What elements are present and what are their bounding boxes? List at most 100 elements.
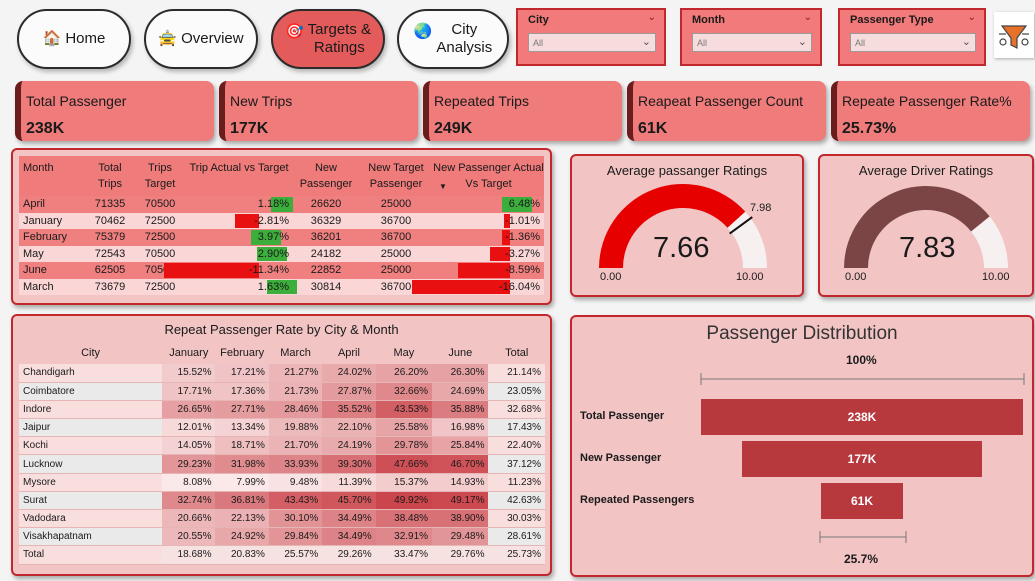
trips-target-table-panel: Month Total Trips Trips Target Trip Actu… [11,148,552,305]
table-cell: 9.48% [268,473,323,492]
nav-targets-line2: Ratings [313,39,365,56]
table-cell: 24.92% [215,527,269,547]
dropdown-arrow-icon[interactable]: ⌄ [962,35,971,48]
nav-overview-button[interactable]: 🚖 Overview [144,9,258,69]
table-cell: 12.01% [162,418,216,438]
table-cell: 72500 [135,229,185,246]
table-row[interactable]: Mysore 8.08% 7.99% 9.48% 11.39% 15.37% 14.93% 1… [19,473,545,492]
table-cell: 32.68% [488,400,545,420]
city-cell: Lucknow [19,454,163,474]
table-row[interactable]: March 73679 72500 1.63% 30814 36700 -16.04% [19,278,544,295]
data-bar-label: -16.04% [499,280,540,293]
table-cell: 34.49% [322,527,376,547]
table-cell: 25.73% [488,545,545,565]
table-cell: 23.05% [488,382,545,401]
column-header[interactable]: April [322,342,375,364]
column-header[interactable]: March [269,342,322,364]
kpi-label: Repeated Trips [434,93,529,109]
table-cell: 62505 [85,262,135,279]
table-cell: 37.12% [488,454,545,474]
month-filter[interactable]: Month ⌄ All ⌄ [680,8,822,66]
table-cell: 29.78% [375,436,433,456]
table-cell: 25000 [359,245,433,262]
table-cell: March [19,278,85,295]
column-header[interactable]: Trips Target [135,156,185,196]
funnel-bottom-bracket [819,531,907,543]
repeat-rate-matrix-panel: Repeat Passenger Rate by City & Month Ci… [11,314,552,576]
chevron-down-icon[interactable]: ⌄ [804,12,812,23]
dropdown-arrow-icon[interactable]: ⌄ [798,35,807,48]
column-header[interactable]: June [432,342,488,364]
column-header[interactable]: Trip Actual vs Target [185,156,293,196]
table-row[interactable]: Coimbatore 17.71% 17.36% 21.73% 27.87% 32.66%… [19,382,545,401]
column-header[interactable]: May [376,342,432,364]
column-header[interactable]: City [19,342,162,364]
table-cell: 73679 [85,278,135,295]
table-row[interactable]: Surat 32.74% 36.81% 43.43% 45.70% 49.92% 49.17… [19,491,545,511]
sort-descending-icon: ▼ [439,182,447,191]
table-row[interactable]: January 70462 72500 -2.81% 36329 36700 -1.01% [19,212,544,229]
table-cell: 49.17% [432,491,489,511]
table-row[interactable]: May 72543 70500 2.90% 24182 25000 -3.27% [19,245,544,262]
passenger-type-filter-select[interactable]: All ⌄ [850,33,976,52]
table-row[interactable]: Vadodara 20.66% 22.13% 30.10% 34.49% 38.48% 38… [19,509,545,529]
table-cell: 29.48% [432,527,489,547]
table-row[interactable]: Lucknow 29.23% 31.98% 33.93% 39.30% 47.66% 46.… [19,454,545,474]
table-row[interactable]: Indore 26.65% 27.71% 28.46% 35.52% 43.53% 35.8… [19,400,545,420]
nav-targets-button[interactable]: 🎯 Targets & Ratings [271,9,385,69]
chevron-down-icon[interactable]: ⌄ [968,12,976,23]
chevron-down-icon[interactable]: ⌄ [648,12,656,23]
data-bar-cell: -16.04% [412,278,544,295]
nav-home-button[interactable]: 🏠 Home [17,9,131,69]
table-cell: May [19,245,85,262]
table-row[interactable]: February 75379 72500 3.97% 36201 36700 -1.36% [19,229,544,246]
table-total-row[interactable]: Total 18.68% 20.83% 25.57% 29.26% 33.47% 29.76… [19,545,545,565]
table-cell: 36.81% [215,491,269,511]
table-row[interactable]: Chandigarh 15.52% 17.21% 21.27% 24.02% 26.20%… [19,364,545,383]
column-header[interactable]: New Passenger [293,156,359,196]
table-row[interactable]: April 71335 70500 1.18% 26620 25000 6.48% [19,196,544,213]
column-header[interactable]: January [162,342,215,364]
kpi-value: 238K [26,120,65,137]
table-row[interactable]: Kochi 14.05% 18.71% 21.70% 24.19% 29.78% 25.84… [19,436,545,456]
month-filter-select[interactable]: All ⌄ [692,33,812,52]
funnel-stage-bar[interactable]: 238K [701,399,1023,435]
clear-filter-button[interactable] [994,12,1034,58]
data-bar-label: -3.27% [505,247,540,260]
table-cell: 28.46% [268,400,323,420]
table-row[interactable]: June 62505 70500 -11.34% 22852 25000 -8.59% [19,262,544,279]
nav-city-button[interactable]: 🌏 City Analysis [397,9,509,69]
column-header[interactable]: Month [19,156,85,196]
column-header-sorted[interactable]: New Passenger Actual Vs Target ▼ [433,156,544,196]
column-header[interactable]: Total Trips [85,156,135,196]
table-cell: 36329 [293,212,359,229]
table-cell: 32.66% [375,382,433,401]
table-cell: 35.88% [432,400,489,420]
table-cell: 49.92% [375,491,433,511]
data-bar [412,279,510,294]
city-filter-select[interactable]: All ⌄ [528,33,656,52]
table-cell: January [19,212,85,229]
table-cell: 28.61% [488,527,545,547]
column-header[interactable]: Total [488,342,545,364]
funnel-stage-bar[interactable]: 61K [820,483,904,519]
dropdown-arrow-icon[interactable]: ⌄ [642,35,651,48]
kpi-value: 249K [434,120,473,137]
data-bar-label: 1.63% [257,280,289,293]
table-cell: 25.57% [268,545,323,565]
table-cell: 27.71% [215,400,269,420]
funnel-stage-label: Total Passenger [580,410,665,422]
kpi-total-passenger: Total Passenger 238K [15,81,214,141]
nav-targets-label: Targets & Ratings [308,21,371,57]
table-cell: 24.19% [322,436,376,456]
table-row[interactable]: Visakhapatnam 20.55% 24.92% 29.84% 34.49% 32.… [19,527,545,547]
column-header[interactable]: February [215,342,268,364]
funnel-stage-label: Repeated Passengers [580,494,695,506]
funnel-stage-bar[interactable]: 177K [742,441,982,477]
column-header[interactable]: New Target Passenger [359,156,433,196]
passenger-type-filter[interactable]: Passenger Type ⌄ All ⌄ [838,8,986,66]
table-cell: 70462 [85,212,135,229]
table-row[interactable]: Jaipur 12.01% 13.34% 19.88% 22.10% 25.58% 16.9… [19,418,545,438]
funnel-top-percent: 100% [846,353,877,367]
city-filter[interactable]: City ⌄ All ⌄ [516,8,666,66]
